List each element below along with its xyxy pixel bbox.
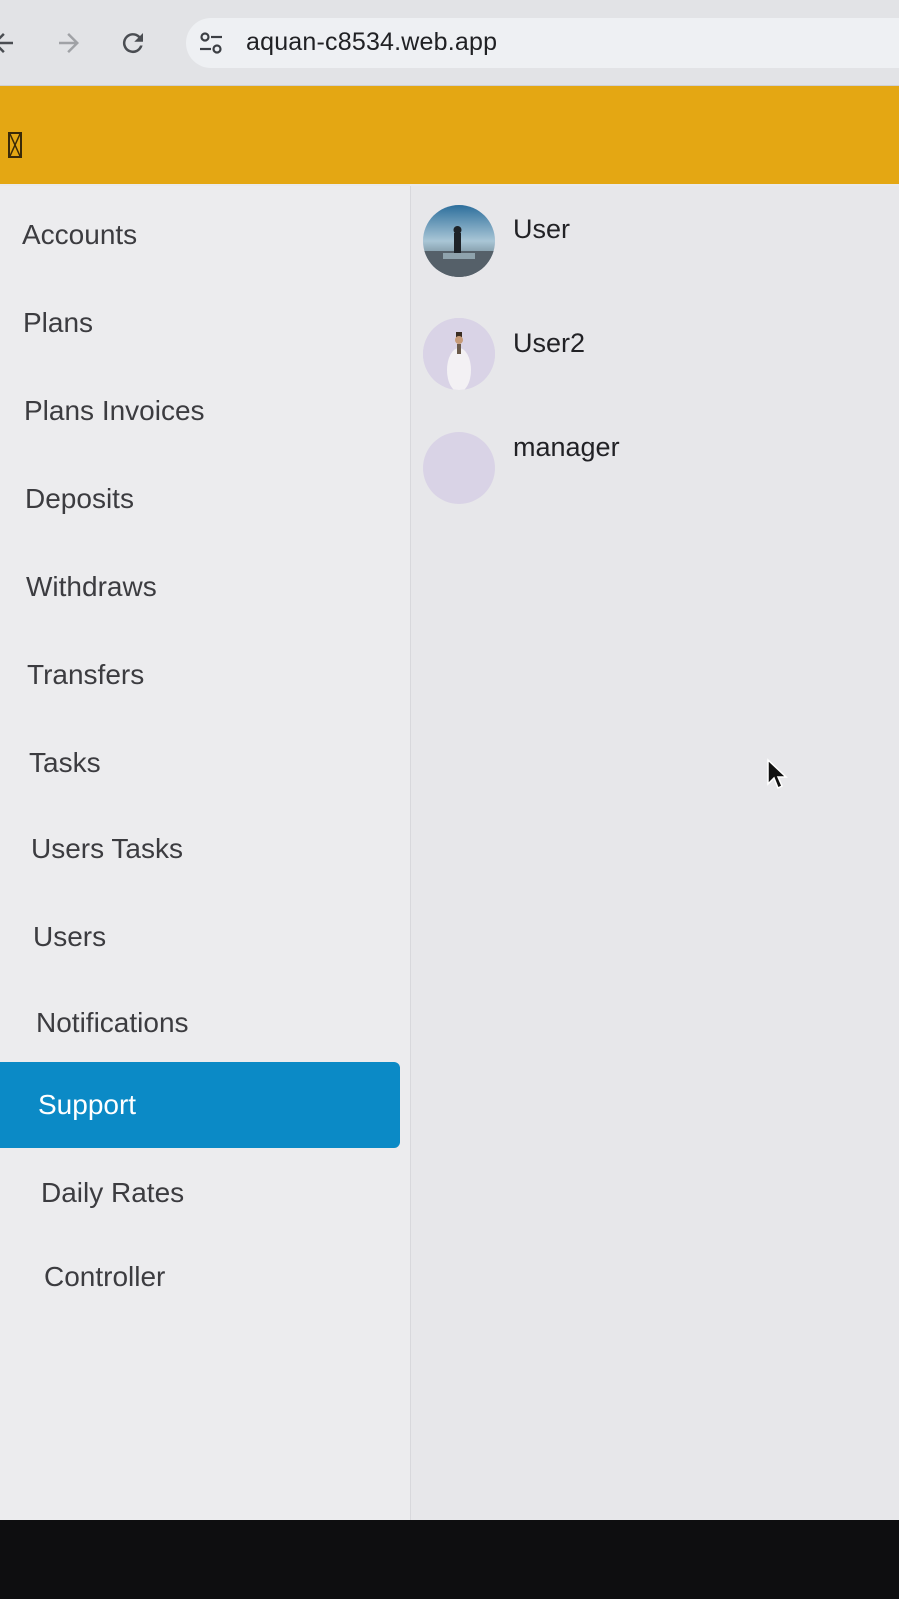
menu-icon[interactable] <box>8 132 22 158</box>
support-user-list: User User2 manager <box>411 186 899 1520</box>
url-text[interactable]: aquan-c8534.web.app <box>246 28 497 57</box>
sidebar-item-plans-invoices[interactable]: Plans Invoices <box>0 368 400 454</box>
list-item[interactable]: User2 <box>411 314 899 404</box>
sidebar-item-label: Users <box>33 921 107 952</box>
sidebar-item-deposits[interactable]: Deposits <box>0 456 400 542</box>
sidebar-item-label: Accounts <box>22 219 138 250</box>
sidebar-item-daily-rates[interactable]: Daily Rates <box>0 1150 400 1236</box>
list-item[interactable]: User <box>411 200 899 290</box>
back-button[interactable] <box>0 26 20 60</box>
sidebar-item-support[interactable]: Support <box>0 1062 400 1148</box>
sidebar-item-label: Tasks <box>29 747 101 778</box>
sidebar-item-label: Transfers <box>27 659 145 690</box>
list-item[interactable]: manager <box>411 418 899 508</box>
sidebar-item-label: Users Tasks <box>31 833 183 864</box>
sidebar-item-plans[interactable]: Plans <box>0 280 400 366</box>
user-name: User <box>513 214 571 244</box>
sidebar-item-label: Withdraws <box>26 571 157 602</box>
sidebar-item-label: Deposits <box>25 483 134 514</box>
sidebar-nav: Accounts Plans Plans Invoices Deposits W… <box>0 186 411 1520</box>
sidebar-item-label: Plans Invoices <box>24 395 205 426</box>
device-bezel <box>0 1520 899 1599</box>
sidebar-item-label: Notifications <box>36 1007 189 1038</box>
sidebar-item-transfers[interactable]: Transfers <box>0 632 400 718</box>
avatar <box>423 432 495 504</box>
sidebar-item-users[interactable]: Users <box>0 894 400 980</box>
sidebar-item-label: Plans <box>23 307 94 338</box>
sidebar-item-accounts[interactable]: Accounts <box>0 192 400 278</box>
sidebar-item-users-tasks[interactable]: Users Tasks <box>0 806 400 892</box>
reload-button[interactable] <box>116 26 150 60</box>
arrow-right-icon <box>59 33 79 53</box>
mouse-pointer-icon <box>767 758 788 790</box>
sidebar-item-controller[interactable]: Controller <box>0 1234 400 1320</box>
avatar <box>423 205 495 277</box>
sidebar-item-label: Daily Rates <box>41 1177 185 1208</box>
sidebar-item-label: Support <box>38 1089 137 1120</box>
forward-button[interactable] <box>52 26 86 60</box>
sidebar-item-tasks[interactable]: Tasks <box>0 720 400 806</box>
app-top-bar <box>0 86 899 184</box>
reload-icon <box>122 33 143 54</box>
sidebar-item-notifications[interactable]: Notifications <box>0 980 400 1066</box>
tune-icon[interactable] <box>198 30 224 56</box>
user-name: manager <box>513 432 620 462</box>
arrow-left-icon <box>0 33 13 53</box>
user-name: User2 <box>513 328 586 358</box>
sidebar-item-label: Controller <box>44 1261 166 1292</box>
sidebar-item-withdraws[interactable]: Withdraws <box>0 544 400 630</box>
app-screen: aquan-c8534.web.app Accounts Plans Plans… <box>0 0 899 1520</box>
avatar <box>423 318 495 390</box>
browser-toolbar: aquan-c8534.web.app <box>0 0 899 86</box>
